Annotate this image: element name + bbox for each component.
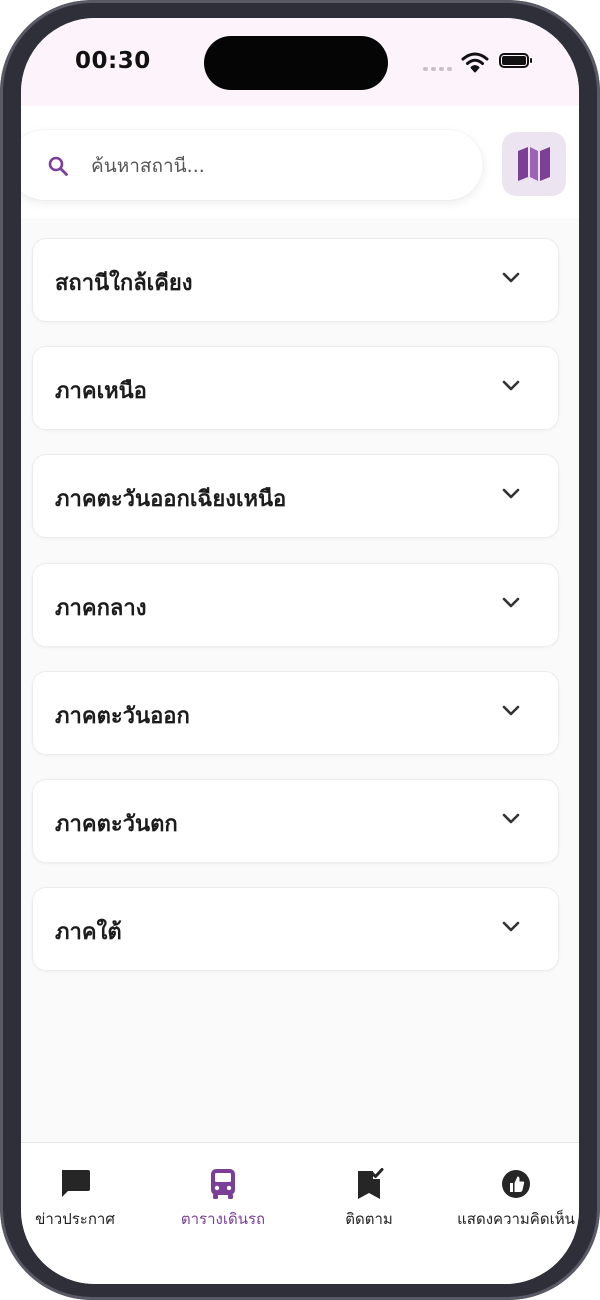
nav-label: ติดตาม (345, 1210, 393, 1228)
map-icon (518, 147, 550, 181)
bottom-navigation: ข่าวประกาศ ตารางเดินรถ ติดตาม แสดงความคิ… (21, 1142, 579, 1284)
nav-label: แสดงความคิดเห็น (457, 1210, 575, 1228)
region-item-east[interactable]: ภาคตะวันออก (32, 670, 559, 755)
chevron-down-icon (502, 705, 520, 716)
region-item-north[interactable]: ภาคเหนือ (32, 346, 559, 431)
chevron-down-icon (502, 921, 520, 932)
nav-tab-follow[interactable]: ติดตาม (299, 1167, 439, 1231)
cellular-signal-icon (423, 67, 452, 71)
nav-tab-announcements[interactable]: ข่าวประกาศ (21, 1167, 145, 1231)
region-item-nearby[interactable]: สถานีใกล้เคียง (32, 238, 559, 322)
status-time: 00:30 (75, 48, 151, 74)
nav-tab-timetable[interactable]: ตารางเดินรถ (153, 1167, 293, 1231)
region-item-central[interactable]: ภาคกลาง (32, 562, 559, 647)
region-label: ภาคตะวันตก (55, 811, 178, 837)
search-icon (48, 156, 68, 176)
nav-tab-feedback[interactable]: แสดงความคิดเห็น (446, 1167, 579, 1231)
chat-bubble-icon (62, 1170, 90, 1197)
region-label: ภาคกลาง (55, 595, 147, 621)
dynamic-island (204, 36, 388, 90)
chevron-down-icon (502, 597, 520, 607)
region-label: สถานีใกล้เคียง (55, 271, 193, 296)
battery-icon (499, 53, 532, 68)
search-bar[interactable] (21, 130, 483, 200)
phone-frame: 00:30 ค้นหาสถานี... สถานีใกล้เคียง ภาคเห… (0, 0, 600, 1300)
region-label: ภาคใต้ (55, 920, 122, 946)
chevron-down-icon (502, 813, 520, 824)
nav-label: ข่าวประกาศ (35, 1210, 115, 1228)
region-item-west[interactable]: ภาคตะวันตก (32, 778, 559, 863)
chevron-down-icon (502, 272, 520, 283)
thumb-up-icon (502, 1170, 530, 1198)
nav-label: ตารางเดินรถ (180, 1210, 266, 1228)
region-list: สถานีใกล้เคียง ภาคเหนือ ภาคตะวันออกเฉียง… (32, 238, 559, 995)
chevron-down-icon (502, 489, 520, 499)
region-label: ภาคตะวันออกเฉียงเหนือ (55, 487, 287, 513)
wifi-icon (461, 52, 489, 73)
search-input[interactable] (89, 146, 463, 186)
region-item-south[interactable]: ภาคใต้ (32, 887, 559, 972)
region-label: ภาคตะวันออก (55, 703, 190, 729)
chevron-down-icon (502, 380, 520, 391)
bus-icon (211, 1169, 235, 1199)
map-button[interactable] (502, 132, 566, 196)
region-item-northeast[interactable]: ภาคตะวันออกเฉียงเหนือ (32, 454, 559, 539)
search-area (21, 106, 579, 218)
app-screen: 00:30 ค้นหาสถานี... สถานีใกล้เคียง ภาคเห… (21, 18, 579, 1284)
bookmark-check-icon (358, 1168, 384, 1199)
status-bar: 00:30 (21, 18, 579, 106)
region-label: ภาคเหนือ (55, 379, 147, 405)
